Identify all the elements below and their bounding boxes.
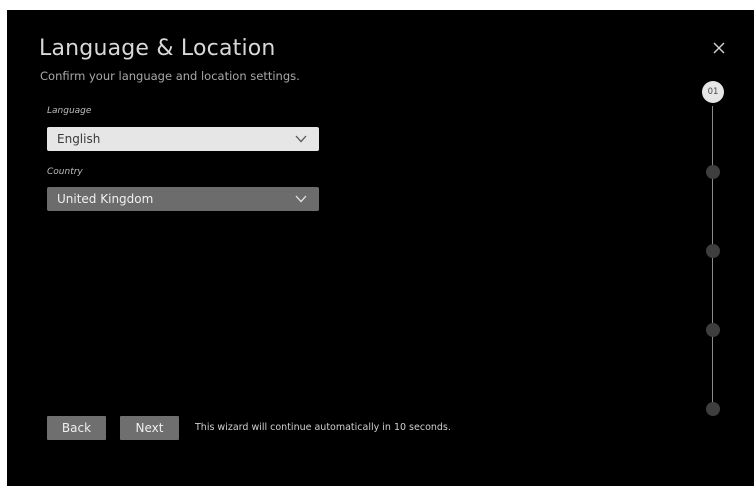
- chevron-down-icon: [295, 195, 307, 203]
- close-button[interactable]: [710, 39, 728, 57]
- step-1-current: 01: [702, 81, 724, 103]
- next-button[interactable]: Next: [120, 416, 179, 440]
- back-button[interactable]: Back: [47, 416, 106, 440]
- language-select-value: English: [57, 132, 101, 146]
- country-select-value: United Kingdom: [57, 192, 154, 206]
- close-icon: [713, 42, 725, 54]
- language-label: Language: [47, 106, 92, 116]
- auto-continue-message: This wizard will continue automatically …: [195, 422, 451, 433]
- step-connector-line: [712, 106, 713, 412]
- chevron-down-icon: [295, 135, 307, 143]
- step-2-dot: [706, 165, 720, 179]
- step-4-dot: [706, 323, 720, 337]
- country-label: Country: [47, 167, 83, 177]
- step-5-dot: [706, 402, 720, 416]
- language-select[interactable]: English: [47, 127, 319, 151]
- setup-wizard-screen: Language & Location Confirm your languag…: [7, 10, 754, 486]
- step-3-dot: [706, 244, 720, 258]
- page-title: Language & Location: [39, 36, 276, 61]
- country-select[interactable]: United Kingdom: [47, 187, 319, 211]
- page-subtitle: Confirm your language and location setti…: [40, 69, 300, 83]
